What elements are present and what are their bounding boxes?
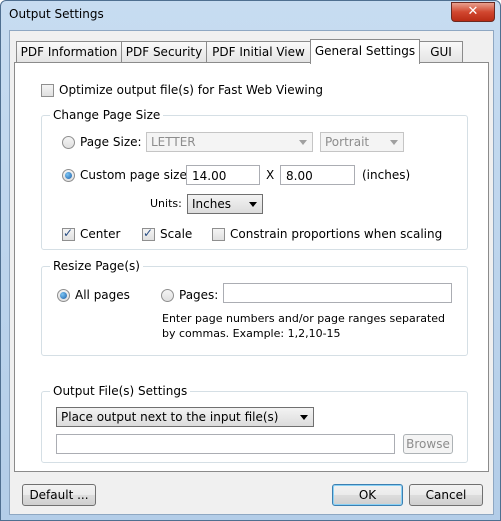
custom-height-input[interactable]: 8.00 (280, 165, 355, 185)
close-icon: ✕ (467, 4, 479, 19)
title-bar[interactable]: Output Settings ✕ (1, 1, 500, 27)
page-size-value: LETTER (151, 135, 196, 149)
scale-checkbox-row[interactable]: Scale (142, 226, 193, 241)
output-path-input[interactable] (56, 434, 395, 454)
tab-pdf-initial-view[interactable]: PDF Initial View (206, 41, 311, 62)
center-label: Center (80, 227, 121, 241)
orientation-select[interactable]: Portrait (320, 132, 404, 152)
chevron-down-icon (299, 140, 307, 145)
change-page-size-group: Change Page Size Page Size: LETTER Portr… (41, 108, 468, 250)
general-settings-panel: Optimize output file(s) for Fast Web Vie… (14, 62, 489, 472)
cancel-button[interactable]: Cancel (409, 484, 483, 506)
output-location-value: Place output next to the input file(s) (61, 410, 279, 424)
units-label: Units: (150, 197, 182, 210)
unit-suffix: (inches) (362, 168, 411, 182)
all-pages-label: All pages (75, 288, 130, 302)
custom-width-input[interactable]: 14.00 (186, 165, 260, 185)
resize-pages-group: Resize Page(s) All pages Pages: Enter pa… (41, 259, 468, 356)
output-settings-window: Output Settings ✕ PDF Information PDF Se… (0, 0, 501, 521)
chevron-down-icon (300, 415, 308, 420)
page-size-select[interactable]: LETTER (146, 132, 313, 152)
output-files-title: Output File(s) Settings (50, 384, 191, 398)
page-size-radio-row[interactable]: Page Size: (62, 135, 142, 149)
output-location-select[interactable]: Place output next to the input file(s) (56, 407, 314, 427)
chevron-down-icon (390, 140, 398, 145)
tab-pdf-information[interactable]: PDF Information (16, 41, 122, 62)
tab-gui[interactable]: GUI (419, 41, 463, 62)
ok-button[interactable]: OK (332, 484, 403, 506)
pages-input[interactable] (223, 283, 452, 303)
custom-size-radio-row[interactable]: Custom page size: (62, 168, 191, 182)
output-files-group: Output File(s) Settings Place output nex… (41, 384, 468, 463)
dimension-separator: X (266, 168, 275, 182)
center-checkbox-row[interactable]: Center (62, 226, 121, 241)
all-pages-radio[interactable] (57, 288, 70, 302)
pages-label: Pages: (179, 288, 219, 302)
scale-checkbox[interactable] (142, 226, 155, 241)
pages-hint-line2: by commas. Example: 1,2,10-15 (162, 327, 341, 340)
default-button[interactable]: Default ... (22, 484, 96, 506)
fast-web-checkbox-row[interactable]: Optimize output file(s) for Fast Web Vie… (41, 83, 323, 97)
units-select[interactable]: Inches (187, 194, 263, 214)
constrain-label: Constrain proportions when scaling (230, 227, 443, 241)
pages-radio[interactable] (161, 288, 174, 302)
scale-label: Scale (160, 227, 193, 241)
browse-button[interactable]: Browse (403, 434, 453, 454)
fast-web-label: Optimize output file(s) for Fast Web Vie… (59, 83, 323, 97)
change-page-size-title: Change Page Size (50, 108, 164, 122)
page-size-radio[interactable] (62, 135, 75, 149)
custom-size-label: Custom page size: (80, 168, 191, 182)
window-title: Output Settings (9, 7, 104, 21)
custom-size-radio[interactable] (62, 168, 75, 182)
tab-general-settings[interactable]: General Settings (310, 39, 420, 64)
dialog-client-area: PDF Information PDF Security PDF Initial… (9, 30, 494, 515)
pages-radio-row[interactable]: Pages: (161, 288, 218, 302)
close-button[interactable]: ✕ (451, 2, 495, 22)
center-checkbox[interactable] (62, 226, 75, 241)
tab-pdf-security[interactable]: PDF Security (121, 41, 207, 62)
fast-web-checkbox[interactable] (41, 83, 54, 97)
resize-pages-title: Resize Page(s) (50, 259, 143, 273)
orientation-value: Portrait (325, 135, 370, 149)
chevron-down-icon (249, 202, 257, 207)
all-pages-radio-row[interactable]: All pages (57, 288, 130, 302)
constrain-checkbox-row[interactable]: Constrain proportions when scaling (212, 227, 442, 241)
page-size-label: Page Size: (80, 135, 142, 149)
constrain-checkbox[interactable] (212, 227, 225, 241)
pages-hint-line1: Enter page numbers and/or page ranges se… (162, 312, 446, 325)
units-value: Inches (192, 197, 231, 211)
